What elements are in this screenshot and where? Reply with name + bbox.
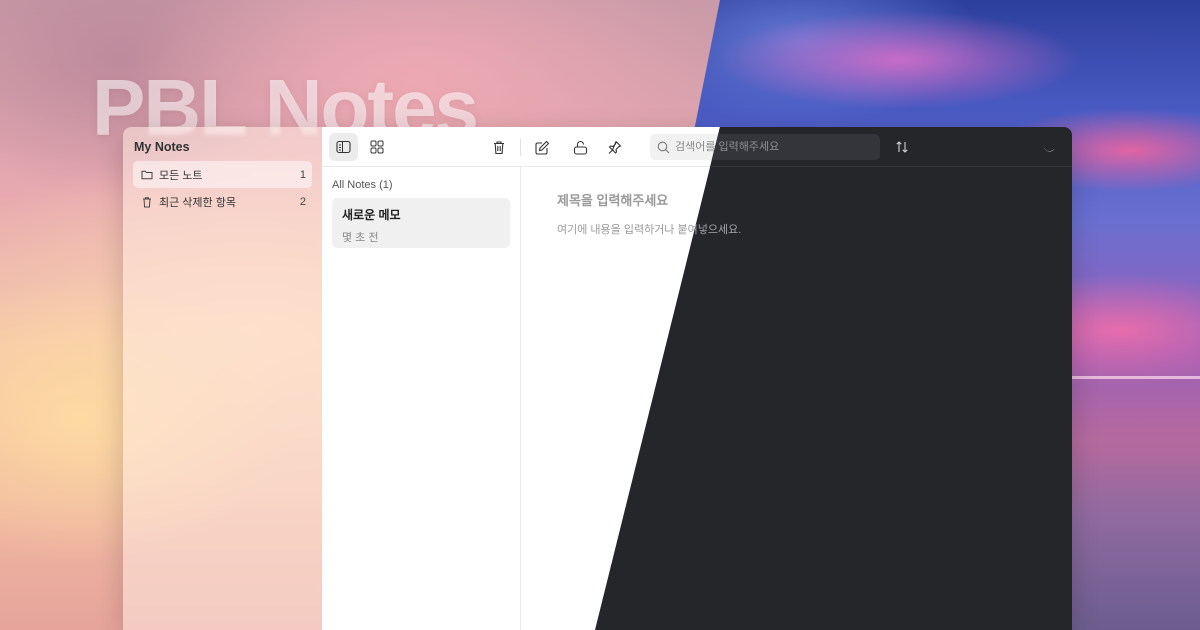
grid-view-icon	[370, 140, 384, 154]
note-list-header: All Notes (1)	[332, 179, 393, 191]
list-view-icon	[336, 140, 351, 154]
pin-icon	[607, 140, 622, 155]
folder-recently-deleted[interactable]: 최근 삭제한 항목 2	[133, 188, 312, 215]
delete-note-button[interactable]	[484, 133, 513, 161]
sort-icon	[895, 140, 909, 154]
compose-icon	[535, 140, 550, 155]
folder-count: 2	[299, 195, 306, 208]
folder-label: 모든 노트	[159, 169, 203, 182]
trash-icon	[492, 140, 506, 155]
horizon-line	[1072, 376, 1200, 379]
lock-note-button[interactable]	[566, 133, 595, 161]
toolbar-divider	[520, 139, 521, 156]
grid-view-button[interactable]	[362, 133, 391, 161]
sidebar-title: My Notes	[134, 140, 190, 154]
folder-count: 1	[299, 168, 306, 181]
moon-icon	[1042, 140, 1056, 154]
note-list-item[interactable]: 새로운 메모 몇 초 전	[332, 198, 510, 248]
pin-note-button[interactable]	[600, 133, 629, 161]
list-view-button[interactable]	[329, 133, 358, 161]
note-timestamp: 몇 초 전	[342, 232, 379, 244]
folder-label: 최근 삭제한 항목	[159, 196, 236, 209]
new-note-button[interactable]	[528, 133, 557, 161]
app-window: My Notes 모든 노트 1 최근 삭제한 항목 2 검색어를 입력해주세요…	[123, 127, 1072, 630]
dark-mode-toggle[interactable]	[1034, 133, 1063, 161]
trash-icon	[141, 195, 154, 208]
sort-button[interactable]	[887, 133, 916, 161]
sidebar: My Notes 모든 노트 1 최근 삭제한 항목 2	[123, 127, 322, 630]
folder-all-notes[interactable]: 모든 노트 1	[133, 161, 312, 188]
unlock-icon	[573, 140, 588, 155]
note-title: 새로운 메모	[342, 208, 401, 222]
note-list-pane: All Notes (1) 새로운 메모 몇 초 전	[322, 167, 521, 630]
folder-icon	[141, 168, 154, 181]
search-icon	[657, 141, 670, 154]
